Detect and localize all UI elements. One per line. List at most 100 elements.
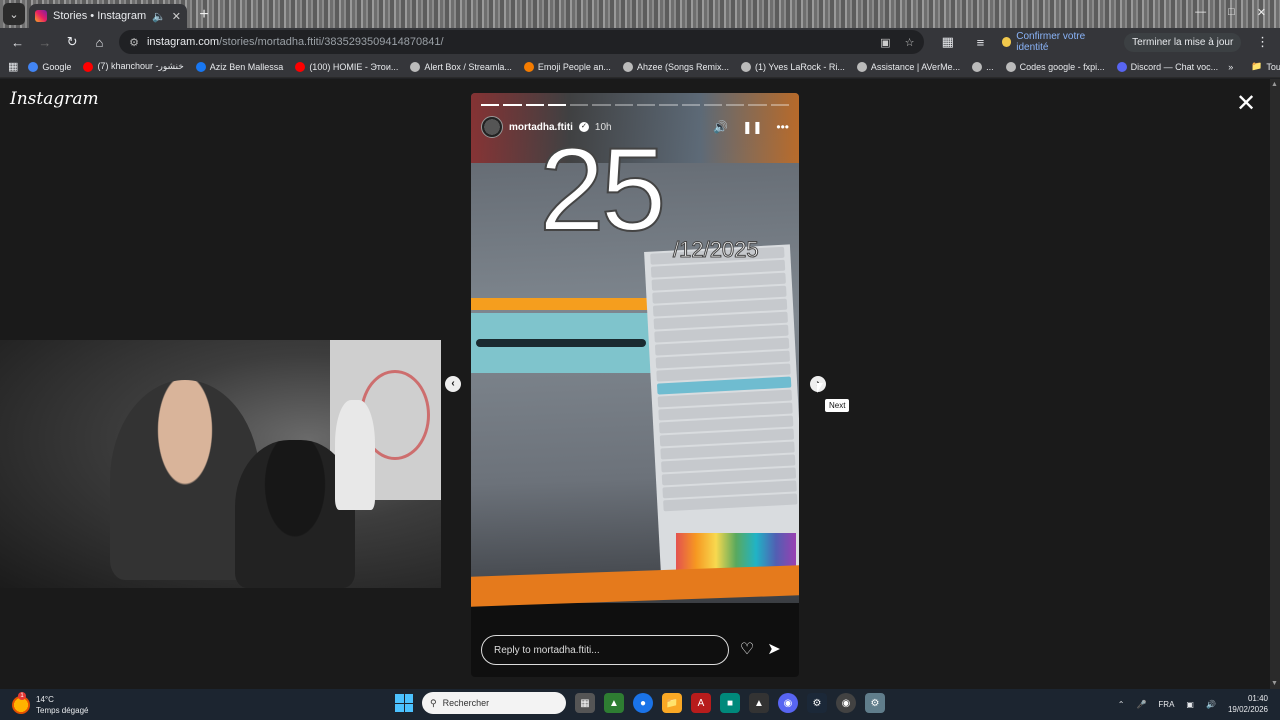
- like-heart-icon[interactable]: ♡: [737, 640, 757, 660]
- bookmark-item[interactable]: Alert Box / Streamla...: [410, 61, 512, 72]
- bookmark-item[interactable]: (100) HOMIE - Этои...: [295, 61, 398, 72]
- apps-grid-icon[interactable]: ▦: [8, 60, 18, 74]
- overflow-chevron-icon[interactable]: »: [1228, 62, 1233, 72]
- chrome-icon[interactable]: ●: [633, 693, 653, 713]
- minimize-icon[interactable]: —: [1195, 6, 1206, 19]
- webcam-overlay: [0, 340, 441, 588]
- bookmark-star-icon[interactable]: ☆: [905, 36, 915, 49]
- scroll-up-arrow-icon[interactable]: ▲: [1271, 81, 1278, 88]
- daw-track-clip: [471, 298, 651, 310]
- bookmark-favicon-icon: [856, 61, 867, 72]
- mouse-cursor-icon: [817, 383, 823, 393]
- page-scrollbar[interactable]: ▲ ▼: [1270, 79, 1280, 689]
- weather-widget[interactable]: 1 14°C Temps dégagé: [0, 691, 200, 716]
- tab-title: Stories • Instagram: [53, 10, 147, 22]
- discord-icon[interactable]: ◉: [778, 693, 798, 713]
- send-paper-plane-icon[interactable]: ➤: [764, 640, 784, 660]
- window-controls: — □ ✕: [1195, 6, 1280, 28]
- weather-temp: 14°C: [36, 694, 54, 704]
- update-button[interactable]: Terminer la mise à jour: [1124, 32, 1242, 52]
- url-host: instagram.com: [146, 36, 220, 48]
- bookmark-item[interactable]: ...: [972, 61, 994, 72]
- forward-arrow-icon[interactable]: →: [33, 30, 56, 54]
- app-circle-icon[interactable]: ◉: [836, 693, 856, 713]
- progress-segment: [726, 104, 745, 106]
- more-menu-icon[interactable]: ⋮: [1251, 30, 1274, 54]
- pause-icon[interactable]: ❚❚: [742, 120, 762, 134]
- tab-instagram-stories[interactable]: Stories • Instagram 🔈 ✕: [29, 4, 187, 28]
- windows-start-icon[interactable]: [395, 694, 413, 712]
- steam-icon[interactable]: ⚙: [807, 693, 827, 713]
- bookmark-item[interactable]: Assistance | AVerMe...: [856, 61, 960, 72]
- volume-icon[interactable]: 🔊: [1206, 700, 1216, 709]
- install-app-icon[interactable]: ▣: [880, 36, 890, 49]
- clock-date: 19/02/2026: [1227, 705, 1268, 714]
- progress-segment: [525, 104, 544, 106]
- story-date-rest: /12/2025: [673, 237, 760, 263]
- bookmark-item[interactable]: (7) khanchour -خنشور: [83, 61, 184, 72]
- back-arrow-icon[interactable]: ←: [6, 30, 29, 54]
- media-control-icon[interactable]: ≡: [969, 30, 992, 54]
- file-explorer-icon[interactable]: 📁: [662, 693, 682, 713]
- scroll-down-arrow-icon[interactable]: ▼: [1271, 680, 1278, 687]
- extensions-puzzle-icon[interactable]: ▦: [936, 30, 959, 54]
- maximize-icon[interactable]: □: [1228, 6, 1235, 19]
- reply-input[interactable]: [481, 635, 729, 665]
- bookmark-label: Emoji People an...: [537, 61, 611, 72]
- all-bookmarks-label: Tous les favoris: [1266, 61, 1280, 72]
- bookmark-item[interactable]: Emoji People an...: [523, 61, 611, 72]
- progress-segment: [770, 104, 789, 106]
- home-icon[interactable]: ⌂: [88, 30, 111, 54]
- clock[interactable]: 01:40 19/02/2026: [1228, 693, 1268, 715]
- bookmark-item[interactable]: Google: [28, 61, 71, 72]
- taskbar-apps: ⚲ Rechercher ▦ ▲ ● 📁 A ■ ▲ ◉ ⚙ ◉ ⚙: [395, 692, 885, 714]
- tray-chevron-up-icon[interactable]: ⌃: [1118, 700, 1125, 709]
- folder-icon: 📁: [1251, 61, 1263, 71]
- bookmark-list: Google (7) khanchour -خنشور Aziz Ben Malle…: [28, 61, 1218, 72]
- microphone-icon[interactable]: 🎤: [1136, 700, 1146, 709]
- task-view-icon[interactable]: ▦: [575, 693, 595, 713]
- bookmark-label: (100) HOMIE - Этои...: [309, 61, 399, 72]
- settings-gear-icon[interactable]: ⚙: [865, 693, 885, 713]
- app-green-icon[interactable]: ▲: [604, 693, 624, 713]
- site-info-icon[interactable]: ⚙: [129, 36, 139, 49]
- more-options-icon[interactable]: •••: [776, 120, 789, 134]
- app-dark-icon[interactable]: ▲: [749, 693, 769, 713]
- instagram-stories-page: Instagram ✕ ‹ › Next mortadha.ftiti ✓ 10…: [0, 79, 1280, 689]
- bookmark-favicon-icon: [195, 61, 206, 72]
- progress-segment: [636, 104, 656, 106]
- address-bar[interactable]: ⚙ instagram.com/stories/mortadha.ftiti/3…: [119, 30, 925, 54]
- bookmark-item[interactable]: (1) Yves LaRock - Ri...: [740, 61, 845, 72]
- instagram-logo[interactable]: Instagram: [10, 89, 99, 109]
- tab-search-chevron-icon[interactable]: ⌄: [3, 3, 25, 25]
- bookmark-item[interactable]: Aziz Ben Mallessa: [195, 61, 283, 72]
- language-indicator[interactable]: FRA: [1158, 700, 1174, 709]
- story-viewer[interactable]: mortadha.ftiti ✓ 10h 🔊 ❚❚ ••• 25 /12/202…: [471, 93, 799, 677]
- bookmark-item[interactable]: Ahzee (Songs Remix...: [622, 61, 729, 72]
- identity-button[interactable]: Confirmer votre identité: [1001, 31, 1114, 53]
- bookmark-label: Codes google - fxpi...: [1019, 61, 1105, 72]
- all-bookmarks[interactable]: » 📁 Tous les favoris: [1228, 61, 1280, 72]
- browser-toolbar: ← → ↻ ⌂ ⚙ instagram.com/stories/mortadha…: [0, 28, 1280, 56]
- progress-segment: [614, 104, 633, 106]
- close-story-icon[interactable]: ✕: [1233, 91, 1259, 117]
- avatar[interactable]: [481, 116, 503, 138]
- system-tray: ⌃ 🎤 FRA ▣ 🔊 01:40 19/02/2026: [1118, 693, 1268, 715]
- network-icon[interactable]: ▣: [1186, 700, 1194, 709]
- speaker-icon[interactable]: 🔈: [152, 10, 166, 23]
- mute-speaker-icon[interactable]: 🔊: [713, 120, 728, 134]
- acrobat-icon[interactable]: A: [691, 693, 711, 713]
- bookmark-label: Discord — Chat voc...: [1130, 61, 1219, 72]
- bookmark-item[interactable]: Discord — Chat voc...: [1116, 61, 1219, 72]
- taskbar-search[interactable]: ⚲ Rechercher: [422, 692, 566, 714]
- bookmark-favicon-icon: [83, 61, 94, 72]
- bookmark-item[interactable]: Codes google - fxpi...: [1005, 61, 1105, 72]
- previous-story-button[interactable]: ‹: [445, 376, 461, 392]
- tab-close-icon[interactable]: ✕: [172, 10, 181, 23]
- clock-time: 01:40: [1247, 694, 1268, 703]
- app-teal-icon[interactable]: ■: [720, 693, 740, 713]
- window-close-icon[interactable]: ✕: [1257, 6, 1266, 19]
- bookmark-favicon-icon: [972, 61, 983, 72]
- new-tab-plus-icon[interactable]: +: [193, 4, 215, 26]
- reload-icon[interactable]: ↻: [61, 30, 84, 54]
